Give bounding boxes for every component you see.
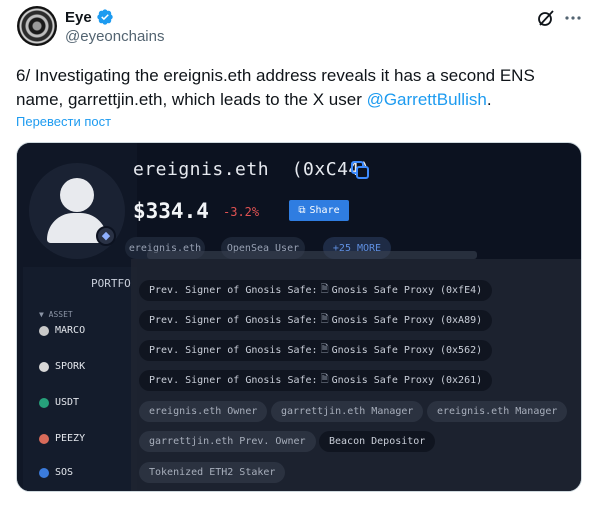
balance-change: -3.2% [223,205,260,219]
author-avatar[interactable] [17,6,57,46]
role-chip[interactable]: Beacon Depositor [319,431,436,452]
eth-badge-icon: ◆ [96,226,116,246]
verified-badge-icon [97,9,113,25]
role-chip[interactable]: ereignis.eth Manager [427,401,568,422]
balance-value: $334.4 [133,199,209,223]
label-chip[interactable]: Prev. Signer of Gnosis Safe: 🗎 Gnosis Safe… [139,280,493,301]
role-chip[interactable]: garrettjin.eth Prev. Owner [139,431,316,452]
grok-icon[interactable] [536,8,556,28]
token-icon [39,433,49,444]
ens-title: ereignis.eth (0xC44) [133,159,372,180]
role-chip[interactable]: garrettjin.eth Manager [271,401,424,422]
label-chip[interactable]: Prev. Signer of Gnosis Safe: 🗎 Gnosis Safe… [139,310,493,331]
author-name-row: Eye [65,8,114,26]
copy-icon[interactable] [349,159,371,181]
portfolio-tab[interactable]: PORTFO [91,277,131,290]
portfolio-panel [23,267,137,491]
user-placeholder-icon [60,178,94,212]
token-icon [39,467,49,478]
asset-column-header[interactable]: ▼ ASSET [39,310,73,319]
asset-row[interactable]: USDT [39,397,79,408]
role-chip[interactable]: ereignis.eth Owner [139,401,268,422]
token-icon [39,397,49,408]
share-icon: ⧉ [298,205,306,216]
label-chip[interactable]: Prev. Signer of Gnosis Safe: 🗎 Gnosis Safe… [139,340,493,361]
asset-row[interactable]: SPORK [39,361,85,372]
truncated-label [147,251,477,259]
author-handle[interactable]: @eyeonchains [65,28,164,45]
author-name[interactable]: Eye [65,9,92,26]
role-chip[interactable]: Tokenized ETH2 Staker [139,462,286,483]
label-chip[interactable]: Prev. Signer of Gnosis Safe: 🗎 Gnosis Safe… [139,370,493,391]
share-button[interactable]: ⧉ Share [289,200,349,221]
token-icon [39,361,49,372]
mention-link[interactable]: @GarrettBullish [367,90,487,109]
share-label: Share [309,205,340,216]
tweet-media-image[interactable]: ◆ ereignis.eth (0xC44) $334.4 -3.2% ⧉ Sh… [16,142,582,492]
tweet-text: 6/ Investigating the ereignis.eth addres… [16,66,535,109]
asset-row[interactable]: PEEZY [39,433,85,444]
token-icon [39,325,49,336]
asset-row[interactable]: SOS [39,467,73,478]
asset-row[interactable]: MARCO [39,325,85,336]
more-options-icon[interactable] [563,8,583,28]
translate-post-link[interactable]: Перевести пост [16,114,111,129]
